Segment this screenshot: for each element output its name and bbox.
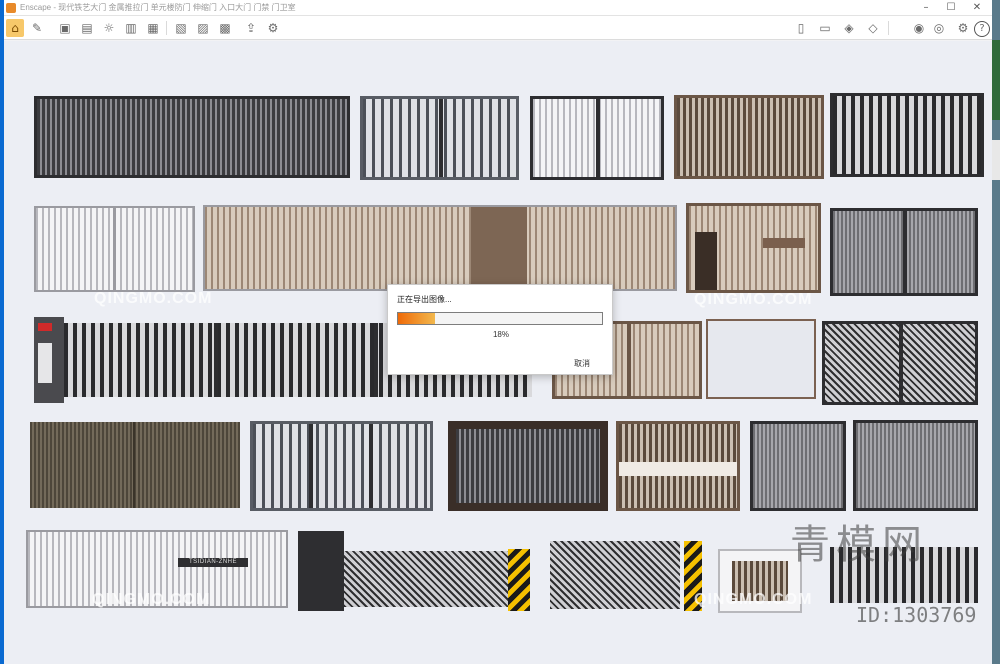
toolbar: ⌂ ✎ ▣ ▤ ☼ ▥ ▦ ▧ ▨ ▩ ⇪ ⚙ ▯ ▭ ◈ ◇ ◉ ◎ ⚙ ?: [4, 16, 992, 40]
book-icon[interactable]: ▯: [792, 19, 810, 37]
settings-icon[interactable]: ⚙: [264, 19, 282, 37]
watermark-text: QINGMO.COM: [92, 591, 211, 608]
brand-watermark: 青模网: [790, 522, 928, 568]
toolbar-separator: [888, 21, 889, 35]
screenshot-icon[interactable]: ▨: [194, 19, 212, 37]
gate-plaque: TSIDIAN-ZNHE: [178, 558, 248, 567]
asset-icon[interactable]: ▥: [122, 19, 140, 37]
export-dialog: 正在导出图像... 18% 取消: [387, 284, 613, 375]
video-icon[interactable]: ▭: [816, 19, 834, 37]
render-icon[interactable]: ▧: [172, 19, 190, 37]
gate-grey-panel: [750, 421, 846, 511]
cube-icon[interactable]: ◈: [840, 19, 858, 37]
gate-nameplate: [763, 238, 805, 248]
gate-retractable-scissor: [344, 551, 508, 607]
gate-grey-wide: [853, 420, 978, 511]
home-icon[interactable]: ⌂: [6, 19, 24, 37]
save-icon[interactable]: ▤: [78, 19, 96, 37]
window-title: Enscape - 现代铁艺大门 金属推拉门 单元楼防门 伸缩门 入口大门 门禁…: [20, 3, 296, 12]
gate-center-panel: [471, 207, 527, 289]
gate-steel-triple: [250, 421, 433, 511]
gate-retractable-end: [508, 549, 530, 611]
sun-icon[interactable]: ☼: [100, 19, 118, 37]
gate-retractable-head: [298, 531, 344, 611]
enscape-app-icon: [6, 3, 16, 13]
gate-white-panel: [706, 319, 816, 399]
watermark-text: QINGMO.COM: [694, 291, 813, 308]
building-icon[interactable]: ▦: [144, 19, 162, 37]
export-icon[interactable]: ⇪: [242, 19, 260, 37]
gate-black-bars: [830, 93, 984, 177]
title-bar: Enscape - 现代铁艺大门 金属推拉门 单元楼防门 伸缩门 入口大门 门禁…: [4, 0, 992, 16]
gate-pattern-black: [822, 321, 978, 405]
gate-warning-light: [38, 323, 52, 331]
gate-olive-double: [30, 422, 240, 508]
minimize-button[interactable]: –: [915, 0, 937, 16]
cancel-button[interactable]: 取消: [574, 358, 590, 369]
gate-grey-texture: [830, 208, 978, 296]
gate-door-opening: [695, 232, 717, 290]
desktop-right-edge: [992, 0, 1000, 664]
gate-brown-stripe: [616, 421, 740, 511]
dialog-title: 正在导出图像...: [397, 295, 452, 304]
camera-icon[interactable]: ▣: [56, 19, 74, 37]
batch-icon[interactable]: ▩: [216, 19, 234, 37]
close-button[interactable]: ✕: [966, 0, 988, 16]
eye-icon[interactable]: ◎: [930, 19, 948, 37]
vr-icon[interactable]: ◉: [910, 19, 928, 37]
chat-icon[interactable]: ◇: [864, 19, 882, 37]
gate-stripe: [619, 462, 737, 476]
gate-control-panel: [38, 343, 52, 383]
gate-control-box: [34, 317, 64, 403]
settings-gear-icon[interactable]: ⚙: [954, 19, 972, 37]
gate-black-frame: [530, 96, 664, 180]
watermark-text: QINGMO.COM: [94, 290, 213, 307]
progress-percent: 18%: [492, 330, 509, 339]
gate-silver-double: [34, 206, 195, 292]
tool-icon[interactable]: ✎: [28, 19, 46, 37]
toolbar-separator: [166, 21, 167, 35]
watermark-text: QINGMO.COM: [694, 591, 813, 608]
gate-wood-sliding: [203, 205, 677, 291]
gate-framed-dark: [448, 421, 608, 511]
id-watermark: ID:1303769: [856, 603, 977, 627]
gate-with-door: [686, 203, 821, 293]
gate-sliding-dark: [34, 96, 350, 178]
gate-retractable-black: [550, 541, 680, 609]
export-progress-bar: [397, 312, 603, 325]
help-icon[interactable]: ?: [974, 21, 990, 37]
progress-fill: [398, 313, 435, 324]
gate-brown-slat: [674, 95, 824, 179]
gate-steel-double: [360, 96, 519, 180]
maximize-button[interactable]: ☐: [940, 0, 962, 16]
